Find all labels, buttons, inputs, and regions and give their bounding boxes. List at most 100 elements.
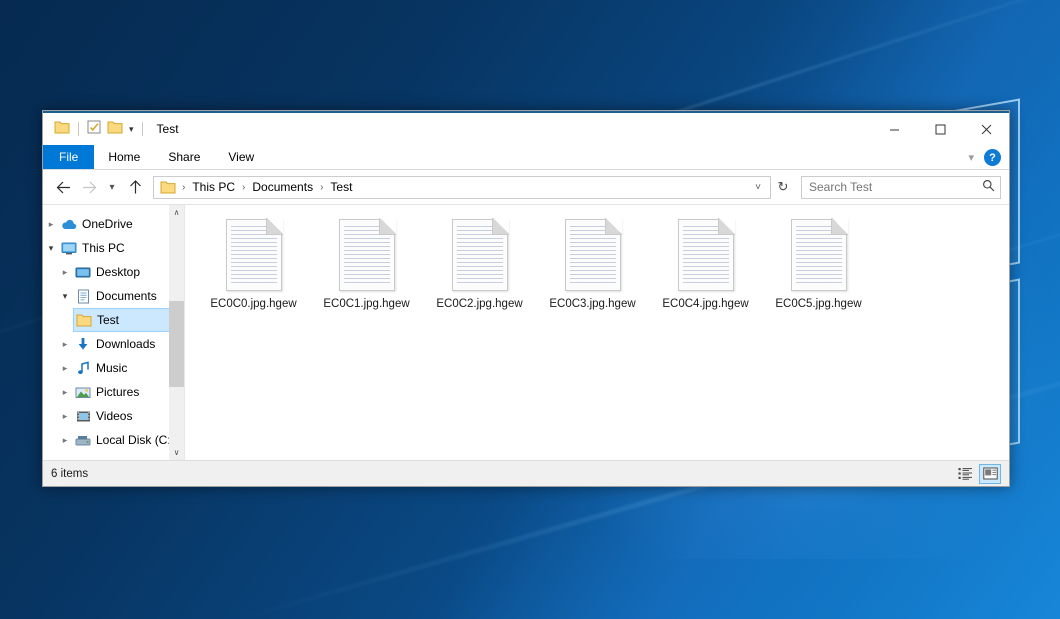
chevron-down-icon[interactable]: ▾ xyxy=(43,243,59,254)
refresh-button[interactable]: ↻ xyxy=(773,179,793,195)
properties-icon[interactable] xyxy=(87,120,101,139)
close-button[interactable] xyxy=(963,113,1009,145)
breadcrumb-separator: › xyxy=(318,182,325,193)
file-item[interactable]: EC0C1.jpg.hgew xyxy=(310,215,423,316)
chevron-down-icon[interactable]: ▾ xyxy=(129,124,134,135)
generic-file-icon xyxy=(678,219,734,291)
file-item[interactable]: EC0C0.jpg.hgew xyxy=(197,215,310,316)
back-button[interactable] xyxy=(51,175,75,199)
explorer-body: ▸ OneDrive ▾ This PC ▸ xyxy=(43,204,1009,460)
chevron-right-icon[interactable]: ▸ xyxy=(57,363,73,374)
address-dropdown-button[interactable]: ˅ xyxy=(750,182,766,193)
breadcrumb-separator: › xyxy=(240,182,247,193)
sidebar-item-documents[interactable]: ▾ Documents xyxy=(43,284,184,308)
generic-file-icon xyxy=(791,219,847,291)
tab-share[interactable]: Share xyxy=(154,145,214,169)
ribbon-tabs: File Home Share View ▾ ? xyxy=(43,145,1009,170)
sidebar-item-pictures[interactable]: ▸ Pictures xyxy=(43,380,184,404)
chevron-right-icon[interactable]: ▸ xyxy=(57,339,73,350)
chevron-down-icon[interactable]: ▾ xyxy=(968,151,974,164)
navigation-pane: ▸ OneDrive ▾ This PC ▸ xyxy=(43,205,185,460)
file-item[interactable]: EC0C2.jpg.hgew xyxy=(423,215,536,316)
maximize-button[interactable] xyxy=(917,113,963,145)
desktop-icon xyxy=(73,266,93,279)
view-switcher xyxy=(954,464,1001,484)
ribbon-right-controls: ▾ ? xyxy=(968,145,1001,170)
file-list-area[interactable]: EC0C0.jpg.hgew EC0C1.jpg.hgew EC0C2.jpg.… xyxy=(185,205,1009,460)
breadcrumb-item-test[interactable]: Test xyxy=(326,179,356,195)
title-bar: ▾ Test xyxy=(43,113,1009,145)
sidebar-item-onedrive[interactable]: ▸ OneDrive xyxy=(43,212,184,236)
toolbar-divider xyxy=(142,122,143,136)
file-explorer-window: ▾ Test File Home Share View xyxy=(42,110,1010,487)
chevron-right-icon[interactable]: ▸ xyxy=(57,411,73,422)
scroll-down-button[interactable]: ∨ xyxy=(169,445,184,460)
tab-file[interactable]: File xyxy=(43,145,94,169)
breadcrumb-bar[interactable]: › This PC › Documents › Test ˅ xyxy=(153,176,771,199)
chevron-down-icon[interactable]: ▾ xyxy=(57,291,73,302)
generic-file-icon xyxy=(339,219,395,291)
sidebar-item-label: OneDrive xyxy=(82,217,133,231)
new-folder-icon[interactable] xyxy=(107,120,123,139)
sidebar-item-label: Music xyxy=(96,361,127,375)
sidebar-item-label: Videos xyxy=(96,409,132,423)
chevron-right-icon[interactable]: ▸ xyxy=(57,267,73,278)
chevron-right-icon[interactable]: ▸ xyxy=(57,387,73,398)
drive-icon xyxy=(73,434,93,447)
search-icon[interactable] xyxy=(982,179,995,195)
video-icon xyxy=(73,410,93,423)
file-name: EC0C4.jpg.hgew xyxy=(662,298,748,310)
download-icon xyxy=(73,337,93,351)
desktop-background: ▾ Test File Home Share View xyxy=(0,0,1060,619)
sidebar-item-videos[interactable]: ▸ Videos xyxy=(43,404,184,428)
scroll-up-button[interactable]: ∧ xyxy=(169,205,184,220)
recent-locations-button[interactable]: ▾ xyxy=(103,175,121,199)
item-count-label: 6 items xyxy=(51,468,88,480)
status-bar: 6 items xyxy=(43,460,1009,486)
sidebar-item-music[interactable]: ▸ Music xyxy=(43,356,184,380)
picture-icon xyxy=(73,386,93,399)
sidebar-item-local-disk-c[interactable]: ▸ Local Disk (C:) xyxy=(43,428,184,452)
file-name: EC0C1.jpg.hgew xyxy=(323,298,409,310)
breadcrumb-item-this-pc[interactable]: This PC xyxy=(188,179,239,195)
sidebar-item-label: Local Disk (C:) xyxy=(96,433,175,447)
chevron-right-icon[interactable]: ▸ xyxy=(43,219,59,230)
generic-file-icon xyxy=(565,219,621,291)
toolbar-divider xyxy=(78,122,79,136)
sidebar-scrollbar[interactable]: ∧ ∨ xyxy=(169,205,184,460)
tab-view[interactable]: View xyxy=(214,145,268,169)
sidebar-item-label: Documents xyxy=(96,289,157,303)
sidebar-item-downloads[interactable]: ▸ Downloads xyxy=(43,332,184,356)
search-input[interactable] xyxy=(809,180,982,194)
sidebar-item-this-pc[interactable]: ▾ This PC xyxy=(43,236,184,260)
file-name: EC0C2.jpg.hgew xyxy=(436,298,522,310)
generic-file-icon xyxy=(226,219,282,291)
sidebar-item-test[interactable]: Test xyxy=(73,308,184,332)
breadcrumb: › This PC › Documents › Test xyxy=(180,179,750,195)
help-button[interactable]: ? xyxy=(984,149,1001,166)
large-icons-view-button[interactable] xyxy=(979,464,1001,484)
file-item[interactable]: EC0C4.jpg.hgew xyxy=(649,215,762,316)
sidebar-item-label: Test xyxy=(97,313,119,327)
address-bar: ▾ › This PC › Documents › Test ˅ ↻ xyxy=(43,170,1009,204)
file-item[interactable]: EC0C3.jpg.hgew xyxy=(536,215,649,316)
scrollbar-track[interactable] xyxy=(169,220,184,445)
window-title: Test xyxy=(157,122,179,136)
file-item[interactable]: EC0C5.jpg.hgew xyxy=(762,215,875,316)
details-view-button[interactable] xyxy=(954,464,976,484)
quick-access-toolbar: ▾ Test xyxy=(43,120,179,139)
scrollbar-thumb[interactable] xyxy=(169,301,184,387)
folder-icon xyxy=(160,180,176,194)
search-box[interactable] xyxy=(801,176,1001,199)
forward-button[interactable] xyxy=(77,175,101,199)
minimize-button[interactable] xyxy=(871,113,917,145)
monitor-icon xyxy=(59,242,79,255)
tab-home[interactable]: Home xyxy=(94,145,154,169)
sidebar-item-desktop[interactable]: ▸ Desktop xyxy=(43,260,184,284)
breadcrumb-item-documents[interactable]: Documents xyxy=(248,179,317,195)
sidebar-item-label: This PC xyxy=(82,241,125,255)
up-button[interactable] xyxy=(123,175,147,199)
folder-icon[interactable] xyxy=(54,120,70,139)
chevron-right-icon[interactable]: ▸ xyxy=(57,435,73,446)
breadcrumb-separator: › xyxy=(180,182,187,193)
